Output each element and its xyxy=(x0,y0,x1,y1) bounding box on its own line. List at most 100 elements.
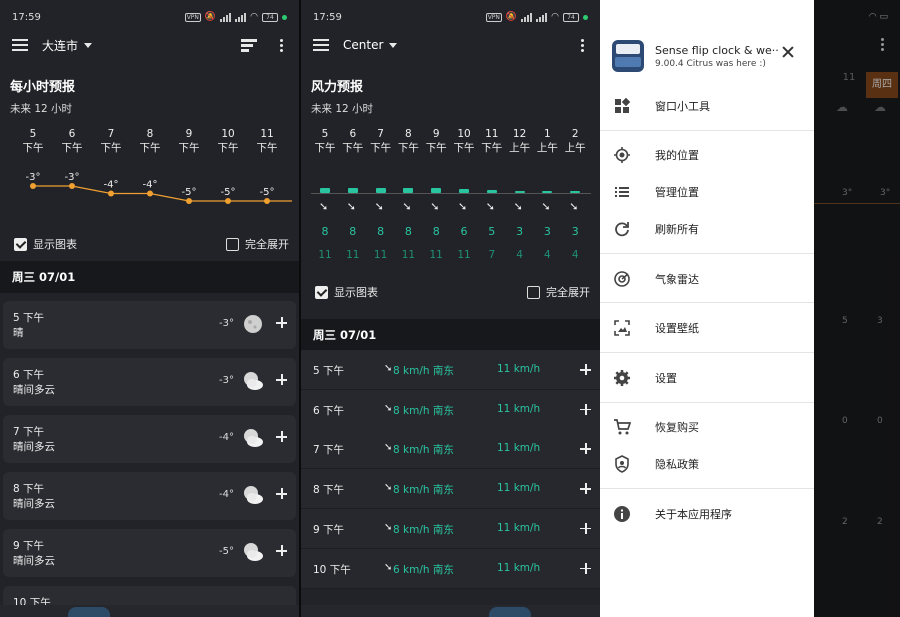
day-header: 周三 07/01 xyxy=(301,319,600,351)
hour-label: 7 xyxy=(377,128,384,140)
hour-label: 8 xyxy=(405,128,412,140)
wind-speed-value: 5 xyxy=(488,225,496,238)
wind-gust-value: 11 xyxy=(373,249,388,261)
signal-icon xyxy=(521,12,533,22)
expand-plus-icon[interactable] xyxy=(276,545,287,556)
hourly-row[interactable]: 9 下午 晴间多云 -5° xyxy=(3,529,296,577)
close-icon[interactable] xyxy=(782,46,794,58)
hour-label: 8 xyxy=(146,128,154,140)
status-icons: VPN 🔕 ◠ 74 xyxy=(184,12,287,22)
expand-plus-icon[interactable] xyxy=(276,431,287,442)
wind-speed-value: 8 xyxy=(377,225,385,238)
drawer-item-info[interactable]: 关于本应用程序 xyxy=(600,496,814,532)
period-label: 下午 xyxy=(22,142,44,154)
show-chart-label: 显示图表 xyxy=(33,238,77,251)
wind-direction-icon: ➘ xyxy=(384,561,393,573)
more-options-icon[interactable] xyxy=(576,38,588,52)
bottom-nav xyxy=(301,605,600,617)
drawer-item-refresh[interactable]: 刷新所有 xyxy=(600,211,814,247)
expand-plus-icon[interactable] xyxy=(580,483,591,495)
period-label: 下午 xyxy=(425,142,447,154)
location-selector[interactable]: 大连市 xyxy=(42,37,93,54)
nav-tab-wind[interactable] xyxy=(489,607,531,617)
expand-plus-icon[interactable] xyxy=(580,522,591,534)
drawer-item-my-location[interactable]: 我的位置 xyxy=(600,137,814,173)
expand-plus-icon[interactable] xyxy=(580,403,591,415)
sort-icon[interactable] xyxy=(241,38,257,52)
wind-forecast-panel: 17:59 VPN 🔕 ◠ 74 Center 风力预报 未来 12 小时 5下… xyxy=(301,0,600,617)
wind-row[interactable]: 6 下午 ➘ 8 km/h 南东 11 km/h xyxy=(301,389,600,430)
row-wind-speed: 8 km/h 南东 xyxy=(393,444,454,457)
chart-options: 显示图表 完全展开 xyxy=(14,236,289,252)
drawer-item-label: 隐私政策 xyxy=(655,458,699,471)
wind-hour-column: 1 上午 xyxy=(533,127,561,155)
row-time: 7 下午 xyxy=(313,444,345,457)
wind-row[interactable]: 10 下午 ➘ 6 km/h 南东 11 km/h xyxy=(301,548,600,589)
wifi-icon: ◠ xyxy=(551,12,559,22)
row-condition: 晴间多云 xyxy=(13,441,55,453)
menu-icon[interactable] xyxy=(12,39,28,51)
navigation-drawer: Sense flip clock & we·· 9.00.4 Citrus wa… xyxy=(600,0,814,617)
drawer-scrim[interactable] xyxy=(814,0,900,617)
wind-speed-value: 3 xyxy=(543,225,551,238)
drawer-item-privacy[interactable]: 隐私政策 xyxy=(600,446,814,482)
hourly-row[interactable]: 5 下午晴 -3° xyxy=(3,301,296,349)
temperature-label: -5° xyxy=(260,187,275,198)
drawer-item-radar[interactable]: 气象雷达 xyxy=(600,261,814,297)
hour-label: 7 xyxy=(107,128,115,140)
show-chart-checkbox[interactable] xyxy=(14,237,27,251)
show-chart-checkbox[interactable] xyxy=(315,285,328,299)
wind-baseline xyxy=(311,193,591,194)
row-wind-speed: 8 km/h 南东 xyxy=(393,365,454,377)
wind-direction-icon: ➘ xyxy=(374,200,384,213)
expand-plus-icon[interactable] xyxy=(276,488,287,499)
period-label: 下午 xyxy=(314,142,336,154)
wind-row[interactable]: 5 下午 ➘ 8 km/h 南东 11 km/h xyxy=(301,350,600,390)
wind-direction-icon: ➘ xyxy=(485,200,496,213)
wind-gust-value: 4 xyxy=(544,249,551,261)
menu-icon[interactable] xyxy=(313,39,329,51)
partly-cloudy-night-icon xyxy=(242,484,264,506)
drawer-divider xyxy=(600,402,814,403)
hourly-row[interactable]: 6 下午 晴间多云 -3° xyxy=(3,358,296,406)
chart-options: 显示图表 完全展开 xyxy=(315,284,590,300)
temperature-point xyxy=(264,198,270,204)
hourly-row[interactable]: 7 下午 晴间多云 -4° xyxy=(3,415,296,463)
wind-hour-column: 8 下午 xyxy=(394,127,422,155)
expand-plus-icon[interactable] xyxy=(276,374,287,385)
temperature-point xyxy=(147,190,153,197)
drawer-item-settings[interactable]: 设置 xyxy=(600,360,814,396)
drawer-item-list[interactable]: 管理位置 xyxy=(600,174,814,210)
wind-row[interactable]: 9 下午 ➘ 8 km/h 南东 11 km/h xyxy=(301,508,600,549)
wind-hour-column: 5 下午 xyxy=(311,127,339,155)
drawer-item-widgets[interactable]: 窗口小工具 xyxy=(600,88,814,124)
temperature-point xyxy=(69,183,75,189)
location-selector[interactable]: Center xyxy=(343,38,398,52)
expand-all-checkbox[interactable] xyxy=(226,237,239,251)
hourly-row[interactable]: 8 下午 晴间多云 -4° xyxy=(3,472,296,520)
settings-icon xyxy=(613,369,631,387)
hour-column: 6 下午 xyxy=(56,127,88,155)
expand-plus-icon[interactable] xyxy=(580,443,591,455)
nav-tab-hourly[interactable] xyxy=(68,607,110,617)
drawer-item-cart[interactable]: 恢复购买 xyxy=(600,409,814,445)
row-temperature: -4° xyxy=(219,432,234,443)
wind-direction-icon: ➘ xyxy=(541,200,551,213)
expand-plus-icon[interactable] xyxy=(580,364,591,375)
row-condition: 晴间多云 xyxy=(13,555,55,567)
wind-hour-column: 11 下午 xyxy=(478,127,506,155)
wind-row[interactable]: 8 下午 ➘ 8 km/h 南东 11 km/h xyxy=(301,469,600,510)
period-label: 下午 xyxy=(370,142,392,154)
list-icon xyxy=(613,183,631,201)
wind-speed-value: 8 xyxy=(349,225,357,238)
temperature-point xyxy=(186,198,192,204)
drawer-item-wallpaper[interactable]: 设置壁纸 xyxy=(600,310,814,346)
location-name: 大连市 xyxy=(42,38,79,53)
drawer-divider xyxy=(600,352,814,353)
expand-plus-icon[interactable] xyxy=(276,317,287,328)
more-options-icon[interactable] xyxy=(275,38,287,52)
bottom-nav xyxy=(0,605,299,617)
expand-plus-icon[interactable] xyxy=(580,562,591,574)
expand-all-checkbox[interactable] xyxy=(527,285,540,299)
wind-row[interactable]: 7 下午 ➘ 8 km/h 南东 11 km/h xyxy=(301,429,600,470)
